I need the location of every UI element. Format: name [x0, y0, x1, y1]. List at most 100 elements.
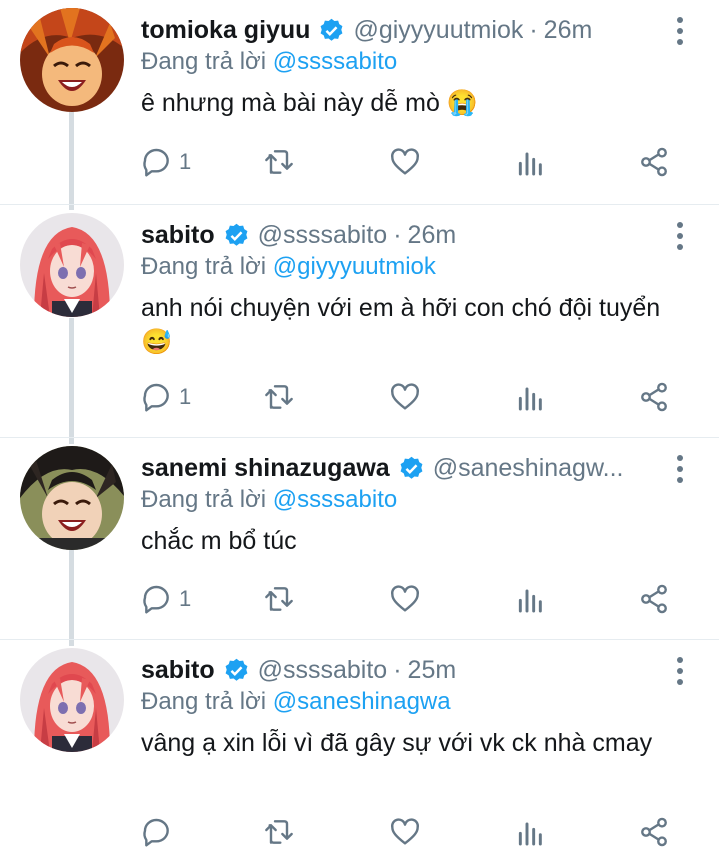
- tweet-actions: 1: [141, 144, 679, 180]
- reply-count: 1: [179, 149, 192, 174]
- tweet-text: anh nói chuyện với em à hỡi con chó đội …: [141, 294, 661, 356]
- share-icon: [641, 147, 667, 177]
- tweet-header: sabito @ssssabito · 26m: [141, 217, 659, 253]
- heart-icon: [391, 383, 419, 410]
- separator-dot: ·: [393, 220, 402, 249]
- share-button[interactable]: [638, 581, 670, 617]
- timestamp[interactable]: 26m: [408, 221, 457, 250]
- reply-button[interactable]: 1: [141, 379, 191, 415]
- tweet[interactable]: sanemi shinazugawa @saneshinagw... Đang …: [0, 438, 719, 640]
- analytics-button[interactable]: [515, 144, 547, 180]
- analytics-button[interactable]: [515, 379, 547, 415]
- retweet-icon: [265, 150, 293, 174]
- display-name[interactable]: sanemi shinazugawa: [141, 454, 390, 483]
- avatar[interactable]: [20, 446, 124, 550]
- orange-haired-laughing-avatar-icon: [20, 8, 124, 112]
- retweet-icon: [265, 587, 293, 611]
- tweet-text: ê nhưng mà bài này dễ mò 😭: [141, 89, 478, 117]
- verified-badge-icon: [225, 658, 248, 681]
- tweet-text: vâng ạ xin lỗi vì đã gây sự với vk ck nh…: [141, 729, 653, 757]
- pink-haired-boy-avatar-icon: [20, 648, 124, 752]
- replying-to-label: Đang trả lời: [141, 688, 267, 715]
- retweet-button[interactable]: [263, 814, 295, 850]
- heart-icon: [391, 585, 419, 612]
- tweet-text: chắc m bổ túc: [141, 527, 297, 555]
- retweet-button[interactable]: [263, 379, 295, 415]
- tweet[interactable]: tomioka giyuu @giyyyuutmiok · 26m Đang t…: [0, 0, 719, 205]
- share-icon: [641, 817, 667, 847]
- replying-to-label: Đang trả lời: [141, 486, 267, 513]
- verified-badge-icon: [225, 223, 248, 246]
- like-button[interactable]: [389, 581, 421, 617]
- reply-count: 1: [179, 384, 192, 409]
- user-handle[interactable]: @saneshinagw...: [433, 454, 624, 483]
- display-name[interactable]: sabito: [141, 221, 215, 250]
- replying-to: Đang trả lời @giyyyuutmiok: [141, 253, 436, 281]
- replying-to: Đang trả lời @saneshinagwa: [141, 688, 451, 716]
- reply-button[interactable]: [141, 814, 179, 850]
- share-button[interactable]: [638, 814, 670, 850]
- more-options-icon[interactable]: [675, 454, 685, 484]
- user-handle[interactable]: @giyyyuutmiok: [353, 16, 523, 45]
- tweet-actions: [141, 814, 679, 850]
- avatar[interactable]: [20, 8, 124, 112]
- heart-icon: [391, 818, 419, 845]
- share-button[interactable]: [638, 144, 670, 180]
- mention-link[interactable]: @giyyyuutmiok: [273, 253, 436, 280]
- tweet-header: sanemi shinazugawa @saneshinagw...: [141, 450, 659, 486]
- share-button[interactable]: [638, 379, 670, 415]
- analytics-button[interactable]: [515, 814, 547, 850]
- tweet-actions: 1: [141, 379, 679, 415]
- heart-icon: [391, 148, 419, 175]
- like-button[interactable]: [389, 144, 421, 180]
- user-handle[interactable]: @ssssabito: [258, 221, 388, 250]
- analytics-icon: [518, 152, 542, 176]
- more-options-icon[interactable]: [675, 221, 685, 251]
- more-options-icon[interactable]: [675, 16, 685, 46]
- reply-count: 1: [179, 586, 192, 611]
- reply-button[interactable]: 1: [141, 581, 191, 617]
- like-button[interactable]: [389, 379, 421, 415]
- retweet-icon: [265, 820, 293, 844]
- separator-dot: ·: [529, 15, 538, 44]
- mention-link[interactable]: @ssssabito: [273, 48, 397, 75]
- dark-haired-laughing-avatar-icon: [20, 446, 124, 550]
- reply-icon: [143, 383, 169, 412]
- replying-to: Đang trả lời @ssssabito: [141, 48, 397, 76]
- mention-link[interactable]: @ssssabito: [273, 486, 397, 513]
- replying-to: Đang trả lời @ssssabito: [141, 486, 397, 514]
- analytics-icon: [518, 822, 542, 846]
- retweet-icon: [265, 385, 293, 409]
- verified-badge-icon: [321, 18, 343, 41]
- retweet-button[interactable]: [263, 144, 295, 180]
- avatar[interactable]: [20, 213, 124, 317]
- replying-to-label: Đang trả lời: [141, 253, 267, 280]
- more-options-icon[interactable]: [675, 656, 685, 686]
- timestamp[interactable]: 25m: [408, 656, 457, 685]
- like-button[interactable]: [389, 814, 421, 850]
- tweet[interactable]: sabito @ssssabito · 26m Đang trả lời @gi…: [0, 205, 719, 438]
- share-icon: [641, 584, 667, 614]
- analytics-icon: [518, 387, 542, 411]
- tweet-header: tomioka giyuu @giyyyuutmiok · 26m: [141, 12, 659, 48]
- display-name[interactable]: sabito: [141, 656, 215, 685]
- share-icon: [641, 382, 667, 412]
- separator-dot: ·: [393, 655, 402, 684]
- analytics-button[interactable]: [515, 581, 547, 617]
- pink-haired-boy-avatar-icon: [20, 213, 124, 317]
- user-handle[interactable]: @ssssabito: [258, 656, 388, 685]
- analytics-icon: [518, 589, 542, 613]
- tweet[interactable]: sabito @ssssabito · 25m Đang trả lời @sa…: [0, 640, 719, 866]
- reply-icon: [143, 585, 169, 614]
- reply-button[interactable]: 1: [141, 144, 191, 180]
- avatar[interactable]: [20, 648, 124, 752]
- verified-badge-icon: [400, 456, 423, 479]
- replying-to-label: Đang trả lời: [141, 48, 267, 75]
- tweet-header: sabito @ssssabito · 25m: [141, 652, 659, 688]
- retweet-button[interactable]: [263, 581, 295, 617]
- mention-link[interactable]: @saneshinagwa: [273, 688, 451, 715]
- tweet-actions: 1: [141, 581, 679, 617]
- reply-icon: [143, 818, 169, 847]
- display-name[interactable]: tomioka giyuu: [141, 16, 310, 45]
- timestamp[interactable]: 26m: [544, 16, 593, 45]
